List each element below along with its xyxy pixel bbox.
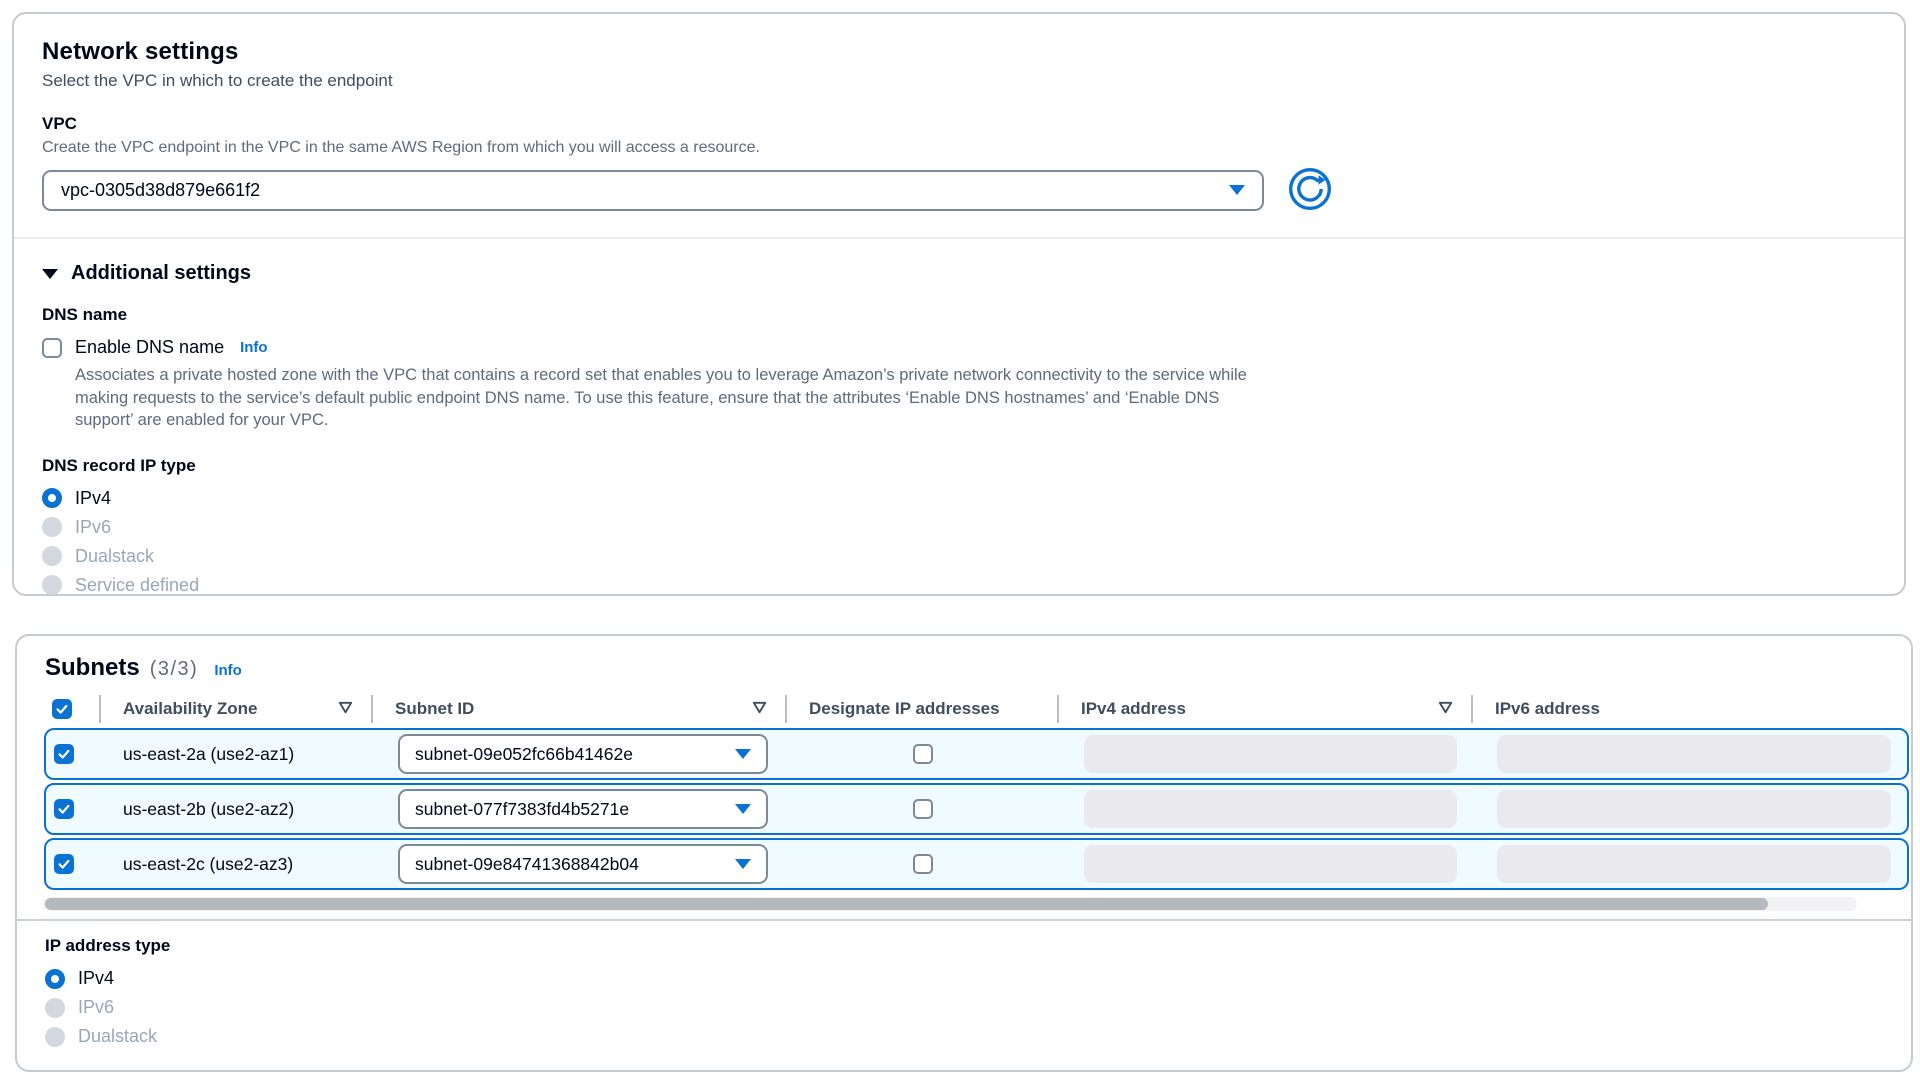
ip-address-type-group: IPv4 IPv6 Dualstack [45, 964, 1883, 1051]
section-divider [14, 237, 1904, 239]
sort-icon[interactable] [338, 699, 353, 719]
availability-zone-value: us-east-2a (use2-az1) [101, 744, 373, 765]
network-settings-title: Network settings [42, 38, 1876, 66]
radio-label: IPv4 [75, 488, 111, 509]
chevron-down-icon [735, 804, 751, 814]
designate-ip-checkbox[interactable] [913, 854, 933, 874]
vpc-label: VPC [42, 114, 1876, 134]
chevron-down-icon [735, 859, 751, 869]
ipv6-address-field [1497, 735, 1891, 773]
subnets-info-link[interactable]: Info [214, 662, 242, 679]
radio-option-dualstack: Dualstack [45, 1022, 1883, 1051]
row-checkbox[interactable] [54, 854, 74, 874]
subnet-id-value: subnet-09e052fc66b41462e [415, 744, 633, 765]
column-header-subnet-id[interactable]: Subnet ID [371, 695, 785, 723]
ipv4-address-field [1084, 790, 1457, 828]
column-header-availability-zone[interactable]: Availability Zone [99, 695, 371, 723]
horizontal-scrollbar[interactable] [43, 897, 1857, 911]
dns-name-label: DNS name [42, 305, 1876, 325]
radio-selected-icon[interactable] [42, 488, 62, 508]
scrollbar-thumb[interactable] [45, 898, 1768, 910]
subnets-title: Subnets [45, 654, 140, 682]
radio-option-ipv6: IPv6 [42, 513, 1876, 542]
dns-name-description: Associates a private hosted zone with th… [75, 364, 1270, 432]
ipv4-address-field [1084, 735, 1457, 773]
network-settings-card: Network settings Select the VPC in which… [12, 12, 1906, 596]
enable-dns-name-checkbox-label: Enable DNS name [75, 337, 224, 358]
vpc-select-value: vpc-0305d38d879e661f2 [61, 180, 260, 201]
radio-label: IPv6 [75, 517, 111, 538]
subnets-card: Subnets (3/3) Info Availability Zone Sub… [15, 634, 1913, 1072]
radio-option-dualstack: Dualstack [42, 542, 1876, 571]
select-all-checkbox[interactable] [52, 699, 72, 719]
vpc-select[interactable]: vpc-0305d38d879e661f2 [42, 170, 1264, 211]
radio-label: Dualstack [75, 546, 154, 567]
radio-label: Service defined [75, 575, 199, 596]
subnet-id-select[interactable]: subnet-077f7383fd4b5271e [398, 789, 768, 829]
table-row: us-east-2b (use2-az2) subnet-077f7383fd4… [44, 783, 1909, 835]
dns-record-ip-type-label: DNS record IP type [42, 456, 1876, 476]
table-row: us-east-2c (use2-az3) subnet-09e84741368… [44, 838, 1909, 890]
designate-ip-checkbox[interactable] [913, 744, 933, 764]
row-checkbox[interactable] [54, 799, 74, 819]
table-row: us-east-2a (use2-az1) subnet-09e052fc66b… [44, 728, 1909, 780]
column-label: Designate IP addresses [809, 699, 1000, 719]
vpc-description: Create the VPC endpoint in the VPC in th… [42, 139, 1876, 157]
subnet-id-select[interactable]: subnet-09e052fc66b41462e [398, 734, 768, 774]
column-header-ipv4-address[interactable]: IPv4 address [1057, 695, 1471, 723]
ipv6-address-field [1497, 845, 1891, 883]
refresh-icon [1287, 166, 1333, 215]
chevron-down-icon [735, 749, 751, 759]
radio-option-ipv4[interactable]: IPv4 [45, 964, 1883, 993]
availability-zone-value: us-east-2b (use2-az2) [101, 799, 373, 820]
radio-option-ipv4[interactable]: IPv4 [42, 484, 1876, 513]
radio-selected-icon[interactable] [45, 969, 65, 989]
chevron-down-icon [1229, 185, 1245, 195]
designate-ip-checkbox[interactable] [913, 799, 933, 819]
row-checkbox[interactable] [54, 744, 74, 764]
radio-option-ipv6: IPv6 [45, 993, 1883, 1022]
additional-settings-title: Additional settings [71, 262, 251, 285]
ip-address-type-label: IP address type [45, 936, 1883, 956]
sort-icon[interactable] [752, 699, 767, 719]
refresh-button[interactable] [1287, 167, 1333, 213]
dns-name-info-link[interactable]: Info [240, 339, 268, 356]
availability-zone-value: us-east-2c (use2-az3) [101, 854, 373, 875]
column-header-designate-ip: Designate IP addresses [785, 695, 1057, 723]
column-label: Availability Zone [123, 699, 257, 719]
network-settings-subtitle: Select the VPC in which to create the en… [42, 71, 1876, 91]
radio-label: IPv4 [78, 968, 114, 989]
radio-disabled-icon [45, 1027, 65, 1047]
enable-dns-name-checkbox[interactable] [42, 338, 62, 358]
radio-disabled-icon [42, 546, 62, 566]
subnets-count: (3/3) [150, 658, 199, 681]
expand-caret-icon [42, 269, 58, 279]
ipv4-address-field [1084, 845, 1457, 883]
subnet-id-value: subnet-077f7383fd4b5271e [415, 799, 629, 820]
radio-disabled-icon [42, 575, 62, 595]
subnet-id-value: subnet-09e84741368842b04 [415, 854, 639, 875]
subnets-table-header: Availability Zone Subnet ID Designate IP… [44, 694, 1909, 724]
column-header-ipv6-address: IPv6 address [1471, 695, 1909, 723]
dns-record-ip-type-group: IPv4 IPv6 Dualstack Service defined [42, 484, 1876, 600]
sort-icon[interactable] [1438, 699, 1453, 719]
column-label: IPv4 address [1081, 699, 1186, 719]
additional-settings-toggle[interactable]: Additional settings [42, 262, 1876, 285]
radio-disabled-icon [42, 517, 62, 537]
ipv6-address-field [1497, 790, 1891, 828]
subnet-id-select[interactable]: subnet-09e84741368842b04 [398, 844, 768, 884]
radio-option-service-defined: Service defined [42, 571, 1876, 600]
column-label: IPv6 address [1495, 699, 1600, 719]
radio-label: IPv6 [78, 997, 114, 1018]
column-label: Subnet ID [395, 699, 474, 719]
radio-label: Dualstack [78, 1026, 157, 1047]
radio-disabled-icon [45, 998, 65, 1018]
